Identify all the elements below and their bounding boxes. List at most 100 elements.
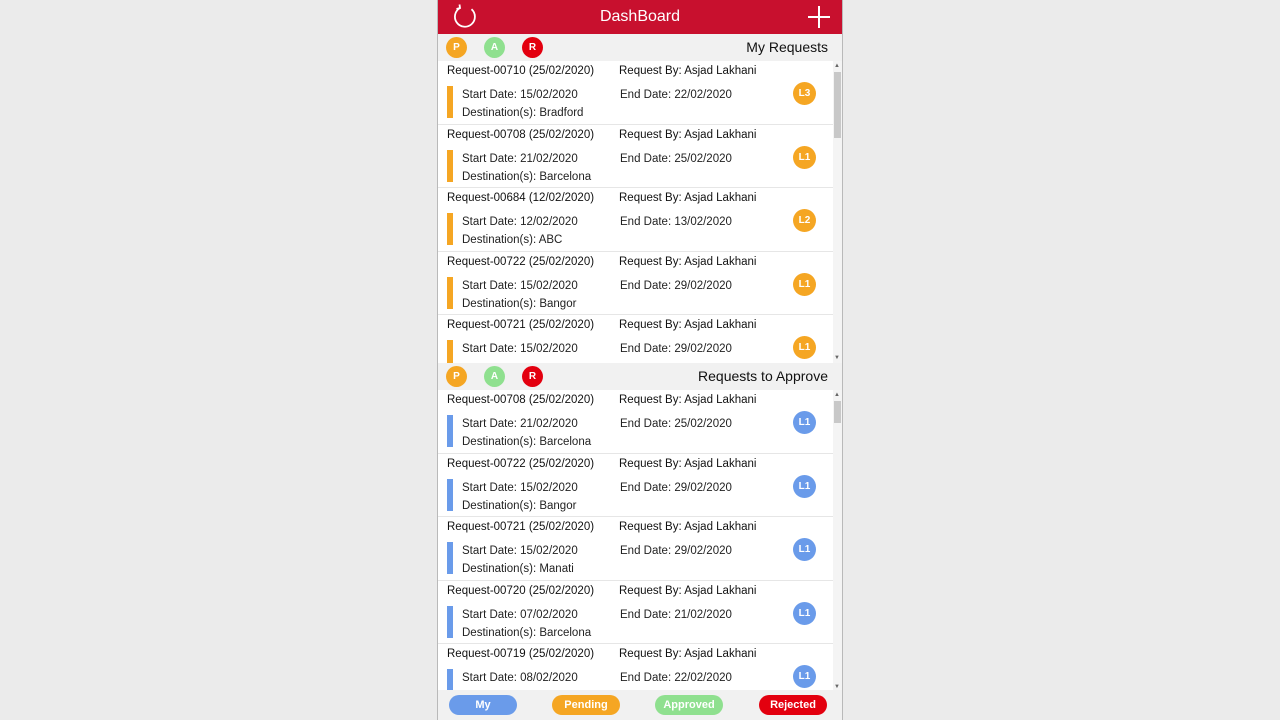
- end-date: End Date: 22/02/2020: [620, 89, 732, 101]
- request-card[interactable]: Request-00721 (25/02/2020) Request By: A…: [438, 517, 842, 581]
- level-badge: L1: [793, 474, 816, 498]
- request-by: Request By: Asjad Lakhani: [619, 648, 757, 661]
- filter-rejected-chip[interactable]: R: [522, 366, 543, 387]
- start-date: Start Date: 08/02/2020: [462, 672, 578, 685]
- status-bar: [447, 542, 453, 575]
- plus-icon[interactable]: [806, 4, 832, 30]
- request-card[interactable]: Request-00684 (12/02/2020) Request By: A…: [438, 188, 842, 252]
- start-date: Start Date: 15/02/2020: [462, 481, 578, 494]
- request-by: Request By: Asjad Lakhani: [619, 319, 757, 332]
- request-by: Request By: Asjad Lakhani: [619, 65, 757, 77]
- destination: Destination(s): Manati: [462, 563, 574, 576]
- request-id: Request-00720 (25/02/2020): [447, 584, 595, 597]
- pending-button[interactable]: Pending: [552, 695, 620, 715]
- filter-approved-chip[interactable]: A: [484, 366, 505, 387]
- scrollbar[interactable]: ▲ ▼: [833, 390, 842, 692]
- destination: Destination(s): Bangor: [462, 499, 577, 512]
- status-bar: [447, 213, 453, 246]
- filter-pending-chip[interactable]: P: [446, 37, 467, 58]
- status-bar: [447, 276, 453, 309]
- level-badge: L1: [793, 665, 816, 689]
- request-card[interactable]: Request-00722 (25/02/2020) Request By: A…: [438, 454, 842, 518]
- section-title: Requests to Approve: [698, 368, 828, 384]
- start-date: Start Date: 21/02/2020: [462, 418, 578, 430]
- end-date: End Date: 25/02/2020: [620, 152, 732, 165]
- level-badge: L1: [793, 145, 816, 169]
- request-by: Request By: Asjad Lakhani: [619, 584, 757, 597]
- request-id: Request-00722 (25/02/2020): [447, 457, 595, 470]
- destination: Destination(s): Bangor: [462, 297, 577, 310]
- request-by: Request By: Asjad Lakhani: [619, 255, 757, 268]
- status-bar: [447, 415, 453, 447]
- request-id: Request-00708 (25/02/2020): [447, 394, 595, 406]
- level-badge: L3: [793, 82, 816, 105]
- end-date: End Date: 25/02/2020: [620, 418, 732, 430]
- request-id: Request-00684 (12/02/2020): [447, 192, 595, 205]
- request-by: Request By: Asjad Lakhani: [619, 394, 757, 406]
- end-date: End Date: 29/02/2020: [620, 343, 732, 356]
- request-id: Request-00721 (25/02/2020): [447, 521, 595, 534]
- start-date: Start Date: 15/02/2020: [462, 279, 578, 292]
- page-title: DashBoard: [599, 8, 681, 25]
- request-id: Request-00721 (25/02/2020): [447, 319, 595, 332]
- request-card[interactable]: Request-00710 (25/02/2020) Request By: A…: [438, 61, 842, 125]
- rejected-button[interactable]: Rejected: [759, 695, 827, 715]
- filter-approved-chip[interactable]: A: [484, 37, 505, 58]
- scroll-up-icon[interactable]: ▲: [834, 63, 840, 69]
- destination: Destination(s): Barcelona: [462, 626, 592, 639]
- request-card[interactable]: Request-00720 (25/02/2020) Request By: A…: [438, 581, 842, 645]
- approve-requests-list: Request-00708 (25/02/2020) Request By: A…: [438, 390, 842, 692]
- destination: Destination(s): Bradford: [462, 107, 584, 119]
- request-card[interactable]: Request-00719 (25/02/2020) Request By: A…: [438, 644, 842, 692]
- approved-button[interactable]: Approved: [655, 695, 723, 715]
- status-bar: [447, 478, 453, 511]
- end-date: End Date: 29/02/2020: [620, 481, 732, 494]
- destination: Destination(s): ABC: [462, 234, 563, 247]
- scroll-thumb[interactable]: [834, 72, 841, 138]
- start-date: Start Date: 21/02/2020: [462, 152, 578, 165]
- request-id: Request-00710 (25/02/2020): [447, 65, 595, 77]
- app-window: DashBoard P A R My Requests Request-0071…: [437, 0, 843, 720]
- bottom-filter-bar: My Pending Approved Rejected: [438, 690, 842, 720]
- status-bar: [447, 149, 453, 182]
- end-date: End Date: 29/02/2020: [620, 279, 732, 292]
- end-date: End Date: 13/02/2020: [620, 216, 732, 229]
- scroll-down-icon[interactable]: ▼: [834, 355, 840, 361]
- request-card[interactable]: Request-00708 (25/02/2020) Request By: A…: [438, 125, 842, 189]
- my-requests-list: Request-00710 (25/02/2020) Request By: A…: [438, 61, 842, 363]
- level-badge: L1: [793, 272, 816, 296]
- request-id: Request-00719 (25/02/2020): [447, 648, 595, 661]
- my-button[interactable]: My: [449, 695, 517, 715]
- start-date: Start Date: 07/02/2020: [462, 608, 578, 621]
- scroll-thumb[interactable]: [834, 401, 841, 423]
- filter-pending-chip[interactable]: P: [446, 366, 467, 387]
- start-date: Start Date: 15/02/2020: [462, 89, 578, 101]
- scrollbar[interactable]: ▲ ▼: [833, 61, 842, 363]
- level-badge: L1: [793, 538, 816, 562]
- scroll-up-icon[interactable]: ▲: [834, 392, 840, 398]
- request-by: Request By: Asjad Lakhani: [619, 521, 757, 534]
- end-date: End Date: 22/02/2020: [620, 672, 732, 685]
- approve-requests-header: P A R Requests to Approve: [438, 363, 842, 390]
- end-date: End Date: 21/02/2020: [620, 608, 732, 621]
- status-bar: [447, 86, 453, 118]
- start-date: Start Date: 15/02/2020: [462, 545, 578, 558]
- destination: Destination(s): Barcelona: [462, 170, 592, 183]
- level-badge: L1: [793, 336, 816, 360]
- request-card[interactable]: Request-00721 (25/02/2020) Request By: A…: [438, 315, 842, 363]
- request-card[interactable]: Request-00722 (25/02/2020) Request By: A…: [438, 252, 842, 316]
- request-by: Request By: Asjad Lakhani: [619, 192, 757, 205]
- destination: Destination(s): Barcelona: [462, 436, 592, 448]
- request-id: Request-00708 (25/02/2020): [447, 128, 595, 141]
- level-badge: L2: [793, 209, 816, 233]
- start-date: Start Date: 12/02/2020: [462, 216, 578, 229]
- status-bar: [447, 340, 453, 363]
- section-title: My Requests: [746, 39, 828, 55]
- filter-rejected-chip[interactable]: R: [522, 37, 543, 58]
- request-id: Request-00722 (25/02/2020): [447, 255, 595, 268]
- level-badge: L1: [793, 601, 816, 625]
- my-requests-header: P A R My Requests: [438, 34, 842, 61]
- start-date: Start Date: 15/02/2020: [462, 343, 578, 356]
- status-bar: [447, 605, 453, 638]
- request-card[interactable]: Request-00708 (25/02/2020) Request By: A…: [438, 390, 842, 454]
